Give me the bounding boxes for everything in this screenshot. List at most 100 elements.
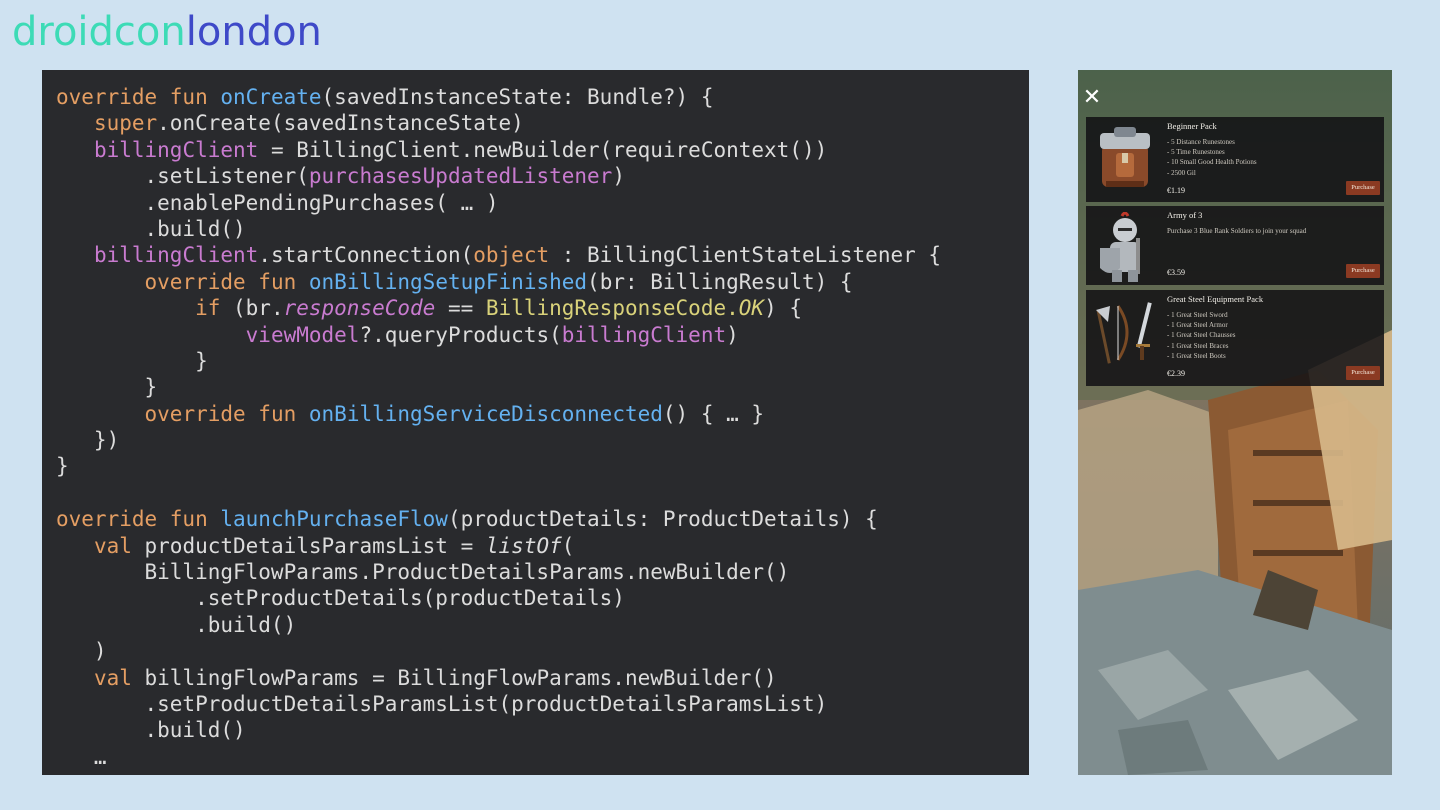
code-token: .onCreate(savedInstanceState)	[157, 111, 524, 136]
product-card-army-of-3: Army of 3 Purchase 3 Blue Rank Soldiers …	[1086, 206, 1384, 285]
logo-london: london	[185, 9, 322, 55]
code-token: (br.	[220, 296, 284, 321]
code-token: }	[56, 348, 208, 373]
product-title: Great Steel Equipment Pack	[1167, 294, 1264, 304]
code-token: viewModel	[245, 322, 360, 347]
code-token: override fun	[144, 401, 309, 426]
code-line: }	[56, 374, 1029, 400]
code-line: .build()	[56, 717, 1029, 743]
code-line: super.onCreate(savedInstanceState)	[56, 110, 1029, 136]
product-item: - 1 Great Steel Boots	[1167, 351, 1226, 360]
code-token: .setProductDetailsParamsList(productDeta…	[56, 691, 828, 716]
product-title: Army of 3	[1167, 210, 1203, 220]
product-item: Purchase 3 Blue Rank Soldiers to join yo…	[1167, 227, 1307, 235]
purchase-button[interactable]: Purchase	[1346, 366, 1380, 380]
code-token: ==	[435, 296, 486, 321]
code-token: val	[93, 665, 132, 690]
code-token: productDetailsParamsList =	[131, 533, 486, 558]
code-token: : BillingClientStateListener {	[549, 243, 942, 268]
code-token: listOf	[485, 533, 562, 558]
code-token: val	[93, 533, 132, 558]
weapons-icon	[1096, 302, 1152, 364]
code-line: val productDetailsParamsList = listOf(	[56, 533, 1029, 559]
code-line: billingClient.startConnection(object : B…	[56, 242, 1029, 268]
code-token: (savedInstanceState: Bundle?) {	[321, 85, 714, 109]
close-icon[interactable]: ✕	[1082, 87, 1102, 109]
product-item: - 5 Time Runestones	[1167, 148, 1225, 157]
code-line: .build()	[56, 216, 1029, 242]
code-token: (	[561, 533, 575, 558]
code-line: if (br.responseCode == BillingResponseCo…	[56, 295, 1029, 321]
code-token: override fun	[144, 269, 309, 294]
code-token: purchasesUpdatedListener	[308, 164, 613, 189]
code-line: .setProductDetailsParamsList(productDeta…	[56, 691, 1029, 717]
code-token: .enablePendingPurchases( … )	[56, 190, 499, 215]
product-item: - 1 Great Steel Braces	[1167, 341, 1229, 350]
code-token: override fun	[56, 507, 221, 532]
product-card-great-steel-equipment-pack: Great Steel Equipment Pack - 1 Great Ste…	[1086, 290, 1384, 386]
code-token: .setListener(	[56, 164, 309, 189]
code-token: onCreate	[220, 85, 322, 109]
product-title: Beginner Pack	[1167, 121, 1217, 131]
code-line: override fun launchPurchaseFlow(productD…	[56, 506, 1029, 532]
code-line: BillingFlowParams.ProductDetailsParams.n…	[56, 559, 1029, 585]
code-token: BillingResponseCode.	[485, 296, 739, 321]
code-token: .startConnection(	[258, 243, 474, 268]
code-token: billingFlowParams = BillingFlowParams.ne…	[131, 665, 777, 690]
code-token: billingClient	[93, 243, 259, 268]
droidcon-london-logo: droidconlondon	[12, 6, 322, 58]
code-line: )	[56, 638, 1029, 664]
code-line: }	[56, 453, 1029, 479]
code-token: launchPurchaseFlow	[220, 507, 448, 532]
code-token: responseCode	[283, 296, 436, 321]
code-token: billingClient	[561, 322, 727, 347]
code-token: (productDetails: ProductDetails) {	[447, 507, 878, 532]
product-item: - 5 Distance Runestones	[1167, 138, 1235, 146]
product-description: Purchase 3 Blue Rank Soldiers to join yo…	[1167, 226, 1306, 236]
purchase-button[interactable]: Purchase	[1346, 181, 1380, 195]
code-token: .build()	[56, 612, 297, 637]
product-item: - 10 Small Good Health Potions	[1167, 158, 1257, 167]
backpack-icon	[1100, 127, 1150, 187]
code-token: onBillingServiceDisconnected	[308, 401, 663, 426]
code-token: )	[56, 639, 107, 664]
product-item: - 1 Great Steel Chausses	[1167, 331, 1236, 340]
code-token: onBillingSetupFinished	[308, 269, 588, 294]
code-line: viewModel?.queryProducts(billingClient)	[56, 322, 1029, 348]
code-token: object	[473, 243, 550, 268]
code-token: if	[195, 296, 221, 321]
code-token: = BillingClient.newBuilder(requireContex…	[258, 137, 828, 162]
code-line: .enablePendingPurchases( … )	[56, 190, 1029, 216]
product-description: - 5 Distance Runestones - 5 Time Runesto…	[1167, 137, 1257, 178]
code-line: .setListener(purchasesUpdatedListener)	[56, 163, 1029, 189]
code-line: …	[56, 744, 1029, 770]
code-panel: override fun onCreate(savedInstanceState…	[42, 70, 1029, 775]
code-token: }	[56, 375, 158, 400]
product-description: - 1 Great Steel Sword - 1 Great Steel Ar…	[1167, 310, 1235, 361]
code-line: }	[56, 348, 1029, 374]
code-token: }	[56, 454, 69, 479]
product-price: €1.19	[1167, 186, 1185, 195]
code-token: })	[56, 428, 120, 453]
code-line: override fun onBillingServiceDisconnecte…	[56, 401, 1029, 427]
purchase-button[interactable]: Purchase	[1346, 264, 1380, 278]
code-line: })	[56, 427, 1029, 453]
code-token: …	[56, 744, 107, 769]
code-line: .build()	[56, 612, 1029, 638]
product-price: €2.39	[1167, 369, 1185, 378]
code-token: )	[612, 164, 625, 189]
code-token: ?.queryProducts(	[359, 322, 562, 347]
product-item: - 1 Great Steel Armor	[1167, 321, 1228, 330]
code-token: .build()	[56, 718, 246, 743]
code-token: override fun	[56, 85, 221, 109]
code-token: billingClient	[93, 137, 259, 162]
